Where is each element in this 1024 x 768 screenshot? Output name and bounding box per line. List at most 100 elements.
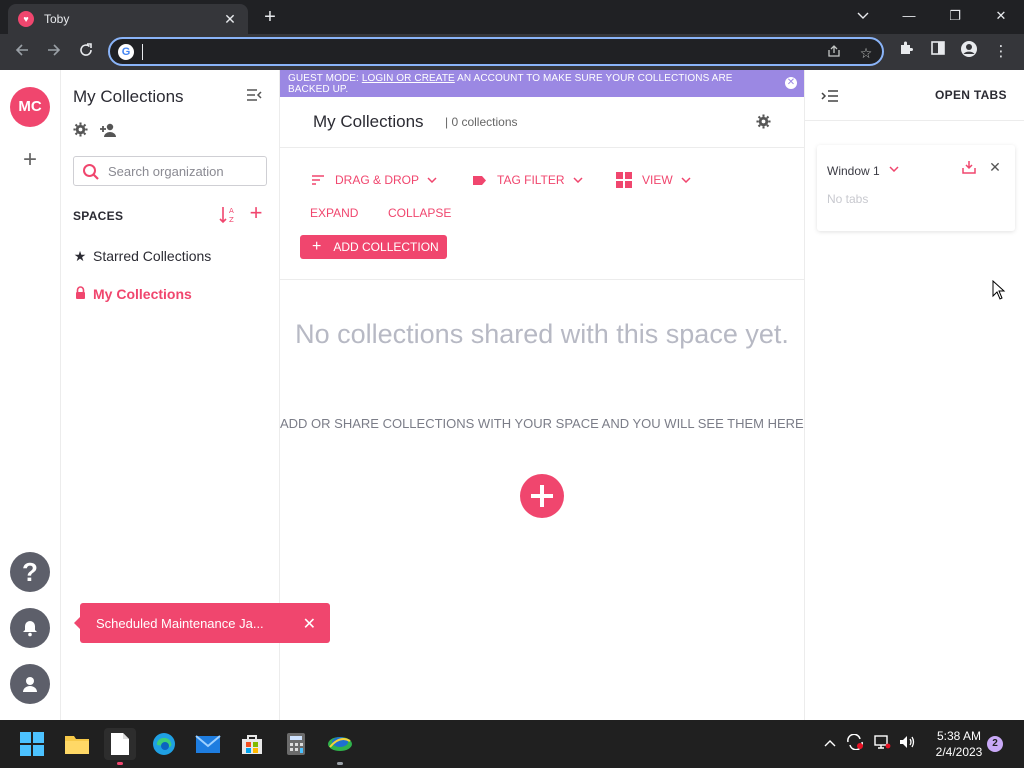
windows-logo-icon (20, 732, 44, 756)
content-divider (280, 279, 804, 280)
collapse-button[interactable]: COLLAPSE (388, 206, 451, 220)
browser-tab[interactable]: ♥ Toby ✕ (8, 4, 248, 34)
forward-arrow-icon[interactable] (42, 40, 66, 64)
toby-app: MC + ? My Collections SPACES AZ + (0, 70, 1024, 720)
open-tabs-panel: OPEN TABS Window 1 ✕ No tabs (804, 70, 1024, 720)
empty-state-title: No collections shared with this space ye… (295, 319, 789, 349)
show-hidden-icons-chevron-icon[interactable] (821, 734, 839, 750)
sidebar-item-starred-collections[interactable]: ★ Starred Collections (73, 246, 212, 266)
new-tab-button[interactable]: + (258, 5, 282, 29)
reload-icon[interactable] (74, 40, 98, 64)
add-space-button[interactable]: + (247, 202, 265, 224)
sidebar-item-my-collections[interactable]: My Collections (73, 284, 192, 304)
close-window-icon[interactable]: ✕ (988, 160, 1002, 174)
add-collection-circle-button[interactable] (520, 474, 564, 518)
search-organization-box[interactable] (73, 156, 267, 186)
file-explorer-button[interactable] (61, 728, 93, 760)
help-button[interactable]: ? (10, 552, 50, 592)
toby-favicon-icon: ♥ (18, 11, 34, 27)
chevron-down-icon[interactable] (889, 164, 899, 175)
clock-time[interactable]: 5:38 AM (929, 729, 989, 743)
chevron-down-icon (681, 175, 691, 186)
tag-filter-label: TAG FILTER (497, 173, 565, 187)
sort-lines-icon (312, 175, 324, 185)
minimize-button[interactable]: — (886, 4, 932, 28)
close-banner-icon[interactable]: ✕ (785, 77, 797, 89)
tab-close-icon[interactable]: ✕ (222, 11, 238, 28)
collapse-sidebar-icon[interactable] (246, 88, 266, 108)
profile-icon[interactable] (957, 40, 981, 64)
settings-gear-icon[interactable] (73, 122, 89, 138)
google-icon: G (118, 44, 134, 60)
search-organization-input[interactable] (108, 162, 258, 180)
clock-date[interactable]: 2/4/2023 (929, 745, 989, 759)
network-icon[interactable] (872, 734, 892, 753)
maintenance-toast[interactable]: Scheduled Maintenance Ja... ✕ (80, 603, 330, 643)
restore-button[interactable]: ❐ (932, 4, 978, 28)
sidebar-item-label: Starred Collections (93, 248, 212, 264)
left-rail: MC + ? (0, 70, 61, 720)
view-label: VIEW (642, 173, 673, 187)
document-app-button[interactable] (104, 728, 136, 760)
start-button[interactable] (16, 728, 48, 760)
close-toast-icon[interactable]: ✕ (303, 614, 316, 634)
browser-title-bar: ♥ Toby ✕ + — ❐ ✕ (0, 0, 1024, 34)
volume-icon[interactable] (897, 734, 917, 753)
edge-button[interactable] (148, 728, 180, 760)
address-bar[interactable]: G ☆ (108, 37, 884, 66)
user-icon (23, 677, 37, 692)
banner-prefix: GUEST MODE: (288, 73, 362, 84)
lock-icon (73, 286, 87, 302)
account-button[interactable] (10, 664, 50, 704)
calculator-button[interactable] (280, 728, 312, 760)
extensions-puzzle-icon[interactable] (894, 40, 918, 64)
open-tabs-title: OPEN TABS (935, 88, 1007, 102)
edge-icon (153, 733, 175, 755)
sort-az-icon[interactable]: AZ (219, 205, 237, 225)
star-icon: ★ (73, 247, 87, 264)
back-arrow-icon[interactable] (10, 40, 34, 64)
toast-text: Scheduled Maintenance Ja... (96, 615, 264, 631)
calculator-icon (287, 733, 305, 755)
windows-taskbar: 5:38 AM 2/4/2023 2 (0, 720, 1024, 768)
sync-status-icon[interactable] (845, 733, 865, 753)
text-caret (142, 44, 143, 60)
plus-icon: + (312, 238, 322, 255)
svg-text:A: A (229, 207, 234, 215)
chrome-menu-icon[interactable]: ⋮ (989, 40, 1013, 64)
drag-drop-label: DRAG & DROP (335, 173, 420, 187)
svg-text:Z: Z (229, 216, 234, 224)
add-collection-button[interactable]: + ADD COLLECTION (300, 235, 447, 259)
notifications-button[interactable] (10, 608, 50, 648)
spaces-heading: SPACES (73, 209, 124, 223)
view-dropdown[interactable]: VIEW (616, 170, 691, 190)
window-name[interactable]: Window 1 (827, 164, 880, 178)
collapse-panel-icon[interactable] (821, 89, 839, 103)
close-window-button[interactable]: ✕ (978, 4, 1024, 28)
tag-filter-dropdown[interactable]: TAG FILTER (472, 170, 583, 190)
add-organization-button[interactable]: + (18, 148, 42, 172)
notification-count-badge[interactable]: 2 (987, 736, 1003, 752)
organization-avatar[interactable]: MC (10, 87, 50, 127)
collection-count: | 0 collections (445, 115, 518, 129)
space-settings-gear-icon[interactable] (756, 114, 772, 130)
bookmark-star-icon[interactable]: ☆ (856, 43, 876, 63)
drag-drop-dropdown[interactable]: DRAG & DROP (311, 170, 437, 190)
side-panel-icon[interactable] (926, 40, 950, 64)
store-button[interactable] (236, 728, 268, 760)
mail-button[interactable] (192, 728, 224, 760)
save-window-icon[interactable] (962, 160, 978, 176)
tab-search-chevron-icon[interactable] (840, 4, 886, 28)
share-icon[interactable] (824, 43, 844, 63)
login-or-create-link[interactable]: LOGIN OR CREATE (362, 73, 455, 84)
address-input[interactable] (144, 42, 804, 62)
question-mark-icon: ? (22, 556, 38, 587)
expand-button[interactable]: EXPAND (310, 206, 358, 220)
sidebar-item-label: My Collections (93, 286, 192, 302)
document-icon (111, 733, 129, 755)
pinned-app-button[interactable] (324, 728, 356, 760)
chevron-down-icon (573, 175, 583, 186)
add-member-icon[interactable] (99, 122, 119, 138)
bell-icon (23, 621, 37, 637)
sidebar-title: My Collections (73, 87, 184, 106)
